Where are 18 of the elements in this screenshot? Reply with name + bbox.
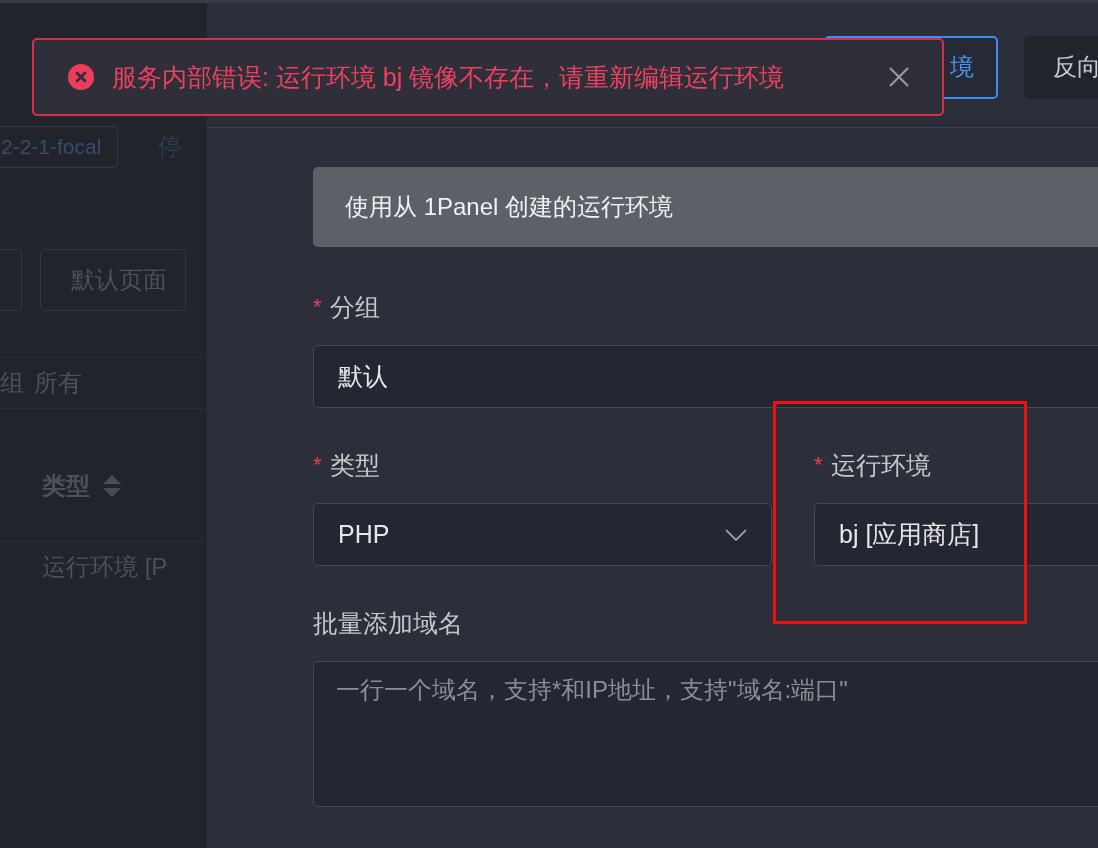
select-field[interactable]: PHP xyxy=(313,503,772,566)
field-label: 批量添加域名 xyxy=(313,607,463,639)
required-mark: * xyxy=(313,452,322,478)
section-header: 使用从 1Panel 创建的运行环境 xyxy=(313,167,1098,247)
toolbar-button[interactable]: 反向 xyxy=(1024,35,1098,99)
close-icon[interactable] xyxy=(888,66,910,88)
field-label: 分组 xyxy=(329,291,380,323)
input-field[interactable]: bj [应用商店] xyxy=(814,503,1098,566)
required-mark: * xyxy=(814,452,823,478)
textarea-field[interactable]: 一行一个域名，支持*和IP地址，支持"域名:端口" xyxy=(313,661,1098,807)
field-label: 类型 xyxy=(329,449,380,481)
chevron-down-icon[interactable] xyxy=(725,528,747,541)
field-label: 运行环境 xyxy=(830,449,931,481)
tag: 2-2-1-focal xyxy=(0,126,119,168)
error-message: 服务内部错误: 运行环境 bj 镜像不存在，请重新编辑运行环境 xyxy=(112,61,786,93)
error-icon xyxy=(68,64,94,90)
input-field[interactable]: 默认 xyxy=(313,345,1098,408)
required-mark: * xyxy=(313,294,322,320)
